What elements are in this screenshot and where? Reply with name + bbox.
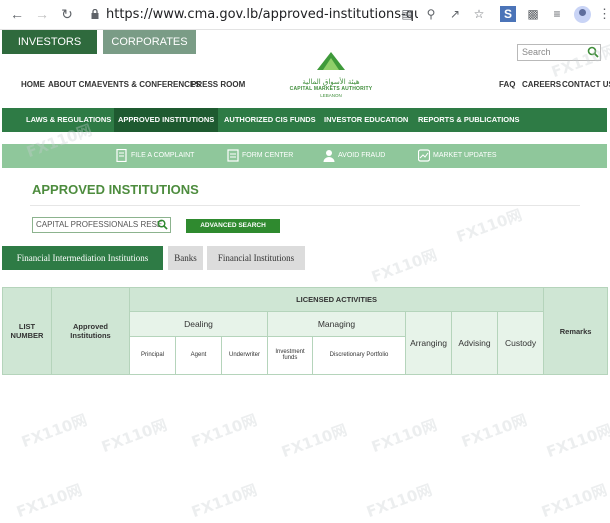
header-dealing: Dealing [129,311,268,337]
tab-financial-institutions[interactable]: Financial Institutions [207,246,305,270]
watermark: FX110网 [544,420,610,462]
document-icon [116,149,127,162]
header-approved-institutions: Approved Institutions [51,287,130,375]
watermark: FX110网 [364,480,435,522]
watermark: FX110网 [14,480,85,522]
filter-search-icon[interactable] [157,219,168,230]
watermark: FX110网 [539,480,610,522]
tab-financial-intermediation-institutions[interactable]: Financial Intermediation Institutions [2,246,163,270]
puzzle-icon[interactable]: ▩ [525,6,541,22]
search-icon[interactable] [587,46,599,58]
nav-laws-regulations[interactable]: LAWS & REGULATIONS [22,108,115,132]
header-advising: Advising [451,311,498,375]
share-icon[interactable]: ↗ [447,6,463,22]
header-underwriter: Underwriter [221,335,268,376]
menu-faq[interactable]: FAQ [499,80,515,89]
watermark: FX110网 [189,410,260,452]
logo-arabic-text: هيئة الأسواق المالية [302,78,360,86]
watermark: FX110网 [369,245,440,287]
form-icon [227,149,239,162]
watermark: FX110网 [99,415,170,457]
header-agent: Agent [175,335,222,376]
reload-icon[interactable]: ↻ [58,5,76,23]
header-list-number: LIST NUMBER [2,287,52,375]
watermark: FX110网 [189,480,260,522]
header-investment-funds: Investment funds [267,335,313,376]
header-custody: Custody [496,311,545,375]
address-bar[interactable]: https://www.cma.gov.lb/approved-institut… [88,3,418,27]
nav-reports-publications[interactable]: REPORTS & PUBLICATIONS [414,108,524,132]
quick-avoid-fraud[interactable]: AVOID FRAUD [323,144,385,168]
translate-icon[interactable]: ▤ [399,6,415,22]
header-discretionary-portfolio: Discretionary Portfolio [312,335,406,376]
watermark: FX110网 [369,415,440,457]
watermark: FX110网 [454,205,525,247]
menu-home[interactable]: HOME [21,80,45,89]
menu-careers[interactable]: CAREERS [522,80,561,89]
url-text: https://www.cma.gov.lb/approved-institut… [106,7,418,22]
watermark: FX110网 [459,410,530,452]
menu-events-conferences[interactable]: EVENTS & CONFERENCES [97,80,201,89]
menu-press-room[interactable]: PRESS ROOM [191,80,245,89]
quick-market-updates[interactable]: MARKET UPDATES [418,144,497,168]
zoom-icon[interactable]: ⚲ [423,6,439,22]
menu-contact-us[interactable]: CONTACT US [562,80,610,89]
logo-sub-text: LEBANON [320,93,342,98]
nav-approved-institutions[interactable]: APPROVED INSTITUTIONS [114,108,219,132]
user-icon [323,150,335,162]
advanced-search-button[interactable]: ADVANCED SEARCH [186,219,280,233]
forward-icon[interactable]: → [33,5,51,23]
header-arranging: Arranging [405,311,452,375]
quick-links-bar: FILE A COMPLAINT FORM CENTER AVOID FRAUD… [2,144,607,168]
header-remarks: Remarks [543,287,609,375]
tab-corporates[interactable]: CORPORATES [103,30,196,54]
main-nav: LAWS & REGULATIONS APPROVED INSTITUTIONS… [2,108,607,132]
extension-s-icon[interactable]: S [500,6,516,22]
header-managing: Managing [267,311,406,337]
chart-icon [418,149,430,162]
profile-icon[interactable] [574,6,591,23]
logo-english-text: CAPITAL MARKETS AUTHORITY [289,86,373,92]
tab-banks[interactable]: Banks [168,246,203,270]
menu-about-cma[interactable]: ABOUT CMA [48,80,97,89]
lock-icon [91,9,99,19]
nav-investor-education[interactable]: INVESTOR EDUCATION [320,108,412,132]
back-icon[interactable]: ← [8,5,26,23]
institution-filter-input[interactable]: CAPITAL PROFESSIONALS RESE [32,217,171,233]
nav-authorized-cis-funds[interactable]: AUTHORIZED CIS FUNDS [220,108,320,132]
divider [30,205,580,206]
menu-icon[interactable]: ⋮ [598,6,610,22]
page-title: APPROVED INSTITUTIONS [32,182,199,197]
reading-list-icon[interactable]: ≡ [549,6,565,22]
quick-file-complaint[interactable]: FILE A COMPLAINT [116,144,194,168]
watermark: FX110网 [19,410,90,452]
institutions-table: LIST NUMBER Approved Institutions LICENS… [2,286,609,376]
watermark: FX110网 [279,420,350,462]
browser-toolbar: ← → ↻ https://www.cma.gov.lb/approved-in… [0,0,610,30]
header-licensed-activities: LICENSED ACTIVITIES [128,286,545,313]
star-icon[interactable]: ☆ [471,6,487,22]
tab-investors[interactable]: INVESTORS [2,30,97,54]
header-principal: Principal [129,335,176,376]
quick-form-center[interactable]: FORM CENTER [227,144,293,168]
